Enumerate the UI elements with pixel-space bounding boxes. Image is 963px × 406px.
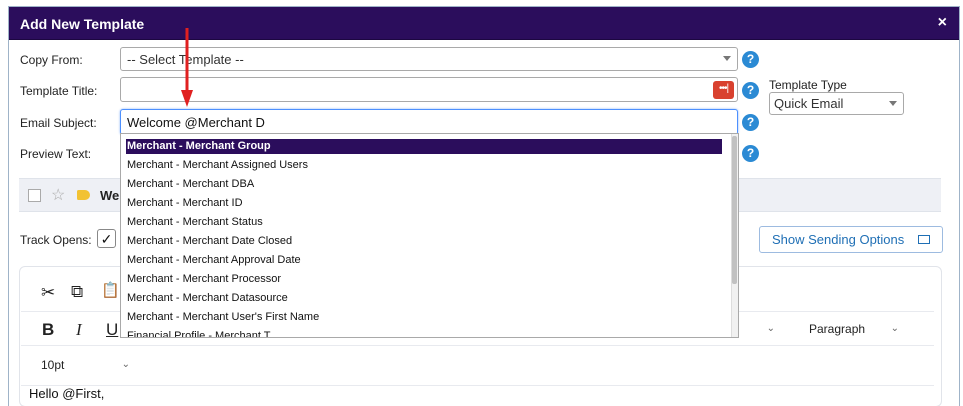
template-title-label: Template Title:	[20, 84, 98, 98]
font-size-value: 10pt	[41, 358, 65, 372]
merge-field-option[interactable]: Merchant - Merchant Datasource	[126, 291, 722, 306]
dialog-titlebar: Add New Template ×	[9, 7, 959, 40]
label-tag-icon	[77, 190, 90, 200]
template-type-select[interactable]: Quick Email	[769, 92, 904, 115]
preview-text-help-icon[interactable]: ?	[742, 145, 759, 162]
font-family-select[interactable]: ⌄	[733, 317, 783, 341]
copy-icon[interactable]: ⧉	[71, 282, 83, 302]
track-opens-checkbox[interactable]: ✓	[97, 229, 116, 248]
bold-button[interactable]: B	[42, 320, 54, 340]
star-icon: ☆	[51, 187, 66, 204]
email-subject-help-icon[interactable]: ?	[742, 114, 759, 131]
email-subject-value: Welcome @Merchant D	[127, 115, 265, 130]
merge-field-option[interactable]: Merchant - Merchant User's First Name	[126, 310, 722, 325]
merge-field-option[interactable]: Merchant - Merchant Approval Date	[126, 253, 722, 268]
merge-field-option[interactable]: Financial Profile - Merchant T...	[126, 329, 722, 337]
copy-from-label: Copy From:	[20, 53, 83, 67]
block-format-value: Paragraph	[809, 322, 866, 336]
add-template-dialog: Add New Template × Copy From: -- Select …	[8, 6, 960, 406]
template-type-value: Quick Email	[774, 96, 844, 111]
annotation-arrow-icon	[181, 28, 193, 107]
chevron-down-icon: ⌄	[766, 323, 775, 334]
envelope-icon	[918, 235, 930, 244]
copy-from-help-icon[interactable]: ?	[742, 51, 759, 68]
italic-button[interactable]: I	[76, 320, 82, 340]
underline-button[interactable]: U	[106, 320, 118, 340]
merge-field-option[interactable]: Merchant - Merchant Date Closed	[126, 234, 722, 249]
template-type-label: Template Type	[769, 78, 847, 92]
template-title-input[interactable]	[120, 77, 738, 102]
chevron-down-icon: ⌄	[890, 323, 899, 334]
chevron-down-icon: ⌄	[121, 359, 130, 370]
merge-field-option[interactable]: Merchant - Merchant Status	[126, 215, 722, 230]
merge-field-option[interactable]: Merchant - Merchant Group	[126, 139, 722, 154]
close-icon[interactable]: ×	[938, 14, 947, 32]
dropdown-scrollbar[interactable]	[731, 134, 738, 337]
caret-down-icon	[723, 56, 731, 61]
template-title-help-icon[interactable]: ?	[742, 82, 759, 99]
merge-field-option[interactable]: Merchant - Merchant DBA	[126, 177, 722, 192]
show-sending-options-label: Show Sending Options	[772, 232, 905, 247]
font-size-select[interactable]: 10pt ⌄	[35, 353, 138, 377]
merge-field-dropdown[interactable]: Merchant - Merchant Group Merchant - Merc…	[120, 133, 739, 338]
preview-checkbox	[28, 189, 41, 202]
cut-icon[interactable]: ✂	[41, 283, 55, 303]
merge-field-option[interactable]: Merchant - Merchant ID	[126, 196, 722, 211]
editor-body-text[interactable]: Hello @First,	[29, 386, 104, 401]
dialog-title: Add New Template	[20, 16, 145, 32]
preview-subject-snippet: We	[100, 188, 120, 203]
password-manager-icon[interactable]: •••|	[713, 81, 734, 99]
merge-field-option[interactable]: Merchant - Merchant Assigned Users	[126, 158, 722, 173]
track-opens-label: Track Opens:	[20, 233, 92, 247]
email-subject-input[interactable]: Welcome @Merchant D	[120, 109, 738, 135]
copy-from-select[interactable]: -- Select Template --	[120, 47, 738, 71]
merge-field-option[interactable]: Merchant - Merchant Processor	[126, 272, 722, 287]
show-sending-options-button[interactable]: Show Sending Options	[759, 226, 943, 253]
paste-icon[interactable]: 📋	[101, 281, 120, 299]
caret-down-icon	[889, 101, 897, 106]
email-subject-label: Email Subject:	[20, 116, 97, 130]
editor-toolbar-row-3: 10pt ⌄	[21, 346, 934, 386]
scrollbar-thumb[interactable]	[732, 136, 737, 284]
preview-text-label: Preview Text:	[20, 147, 92, 161]
block-format-select[interactable]: Paragraph ⌄	[803, 317, 907, 341]
